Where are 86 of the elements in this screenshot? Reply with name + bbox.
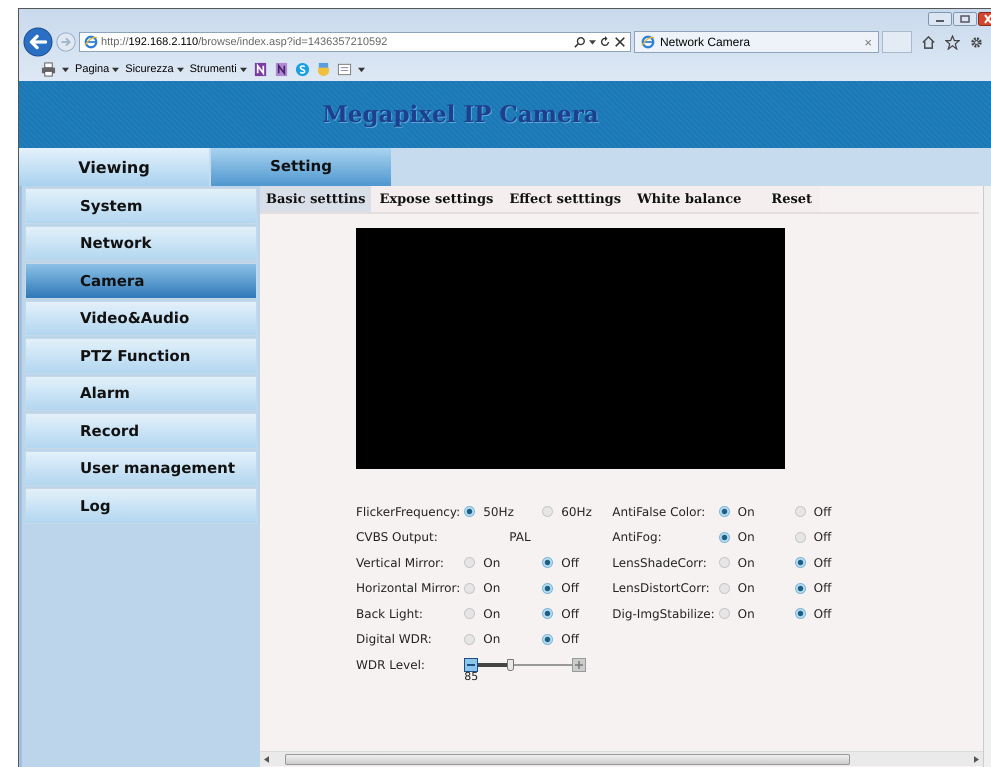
field-label: WDR Level: [356, 658, 426, 672]
field-label: AntiFog: [612, 530, 663, 544]
caret-icon[interactable] [62, 66, 69, 72]
caret-icon[interactable] [358, 66, 365, 72]
sidebar-item[interactable]: PTZ Function [25, 338, 257, 374]
radio-option[interactable]: On [718, 581, 795, 596]
browser-tab[interactable]: Network Camera × [634, 31, 879, 53]
notebook-icon[interactable] [252, 62, 268, 76]
search-icon[interactable] [574, 36, 586, 48]
toolbar-menu[interactable]: Sicurezza [125, 63, 184, 75]
banner-title: Megapixel IP Camera [322, 101, 599, 128]
field-label: FlickerFrequency: [356, 504, 462, 519]
sub-tab[interactable]: Expose settings [371, 186, 502, 212]
radio-option[interactable]: 50Hz [464, 504, 542, 519]
settings-icon[interactable] [969, 34, 984, 50]
scroll-left-button[interactable] [264, 756, 269, 762]
sidebar-item[interactable]: Record [25, 413, 257, 448]
radio-option[interactable]: Off [542, 581, 612, 596]
radio-option[interactable]: On [464, 606, 542, 621]
toolbar-menu[interactable]: Pagina [75, 63, 120, 75]
caret-icon [176, 66, 184, 72]
radio-option[interactable]: On [718, 606, 795, 621]
minimize-button[interactable] [928, 12, 952, 26]
radio-option[interactable]: Off [794, 530, 855, 544]
radio-option[interactable]: Off [794, 556, 855, 570]
radio-option[interactable]: On [464, 581, 542, 596]
radio-option[interactable]: Off [542, 556, 612, 570]
slider-value: 85 [464, 670, 478, 683]
horizontal-scrollbar[interactable] [260, 751, 983, 766]
radio-option[interactable]: Off [542, 606, 612, 621]
star-icon[interactable] [945, 34, 960, 50]
radio-option[interactable]: On [464, 556, 542, 570]
maximize-button[interactable] [953, 12, 977, 26]
main-tab[interactable]: Setting [211, 148, 391, 186]
field-label: CVBS Output: [356, 530, 439, 544]
sub-tab[interactable]: White balance [629, 186, 764, 212]
field-label: Digital WDR: [356, 632, 433, 646]
vertical-scrollbar[interactable] [983, 186, 991, 767]
sub-tab[interactable]: Basic setttins [260, 186, 372, 212]
radio-option[interactable]: Off [794, 581, 855, 596]
sidebar-item[interactable]: Alarm [25, 376, 257, 411]
minus-button[interactable] [464, 658, 478, 672]
sidebar-item[interactable]: System [25, 188, 257, 224]
radio-option[interactable]: 60Hz [542, 504, 612, 519]
field-label: Horizontal Mirror: [356, 581, 462, 596]
scroll-right-button[interactable] [974, 756, 979, 762]
plus-button[interactable] [572, 658, 586, 672]
radio-option[interactable]: Off [542, 632, 612, 646]
radio-option[interactable]: On [464, 632, 542, 646]
field-label: LensDistortCorr: [612, 581, 711, 596]
printer-icon[interactable] [41, 62, 56, 76]
sub-tab[interactable]: Effect setttings [501, 186, 630, 212]
refresh-icon[interactable] [599, 36, 611, 48]
field-value: PAL [508, 530, 532, 544]
tab-close-button[interactable]: × [864, 34, 872, 50]
globe-icon [84, 35, 98, 49]
field-label: Dig-ImgStabilize: [612, 606, 716, 621]
tab-title: Network Camera [660, 35, 752, 49]
field-label: LensShadeCorr: [612, 556, 708, 570]
field-label: Back Light: [356, 606, 424, 621]
main-tab[interactable]: Viewing [19, 148, 209, 186]
sidebar-item[interactable]: Camera [25, 263, 257, 298]
radio-option[interactable]: On [718, 556, 795, 570]
slider-thumb[interactable] [507, 658, 514, 671]
radio-option[interactable]: On [718, 504, 795, 519]
sidebar-item[interactable]: Log [25, 488, 257, 524]
sub-tab[interactable]: Reset [763, 186, 820, 212]
sidebar-item[interactable]: Network [25, 226, 257, 261]
back-button[interactable] [23, 27, 53, 57]
radio-option[interactable]: Off [794, 504, 855, 519]
radio-option[interactable]: Off [794, 606, 855, 621]
sidebar-item[interactable]: Video&Audio [25, 300, 257, 336]
close-icon[interactable] [614, 36, 626, 48]
home-icon[interactable] [921, 34, 936, 50]
notebook-icon[interactable] [274, 62, 289, 76]
sidebar-item[interactable]: User management [25, 450, 257, 486]
field-label: Vertical Mirror: [356, 556, 445, 570]
address-field[interactable]: http://192.168.2.110/browse/index.asp?id=1436357210592 [79, 32, 631, 52]
chat-icon[interactable] [294, 62, 310, 76]
field-label: AntiFalse Color: [612, 504, 706, 519]
toolbar-menu[interactable]: Strumenti [190, 63, 247, 75]
page-icon[interactable] [336, 62, 352, 76]
radio-option[interactable]: On [718, 530, 795, 544]
caret-icon [112, 66, 120, 72]
caret-icon [240, 66, 247, 72]
globe-icon [641, 35, 655, 49]
